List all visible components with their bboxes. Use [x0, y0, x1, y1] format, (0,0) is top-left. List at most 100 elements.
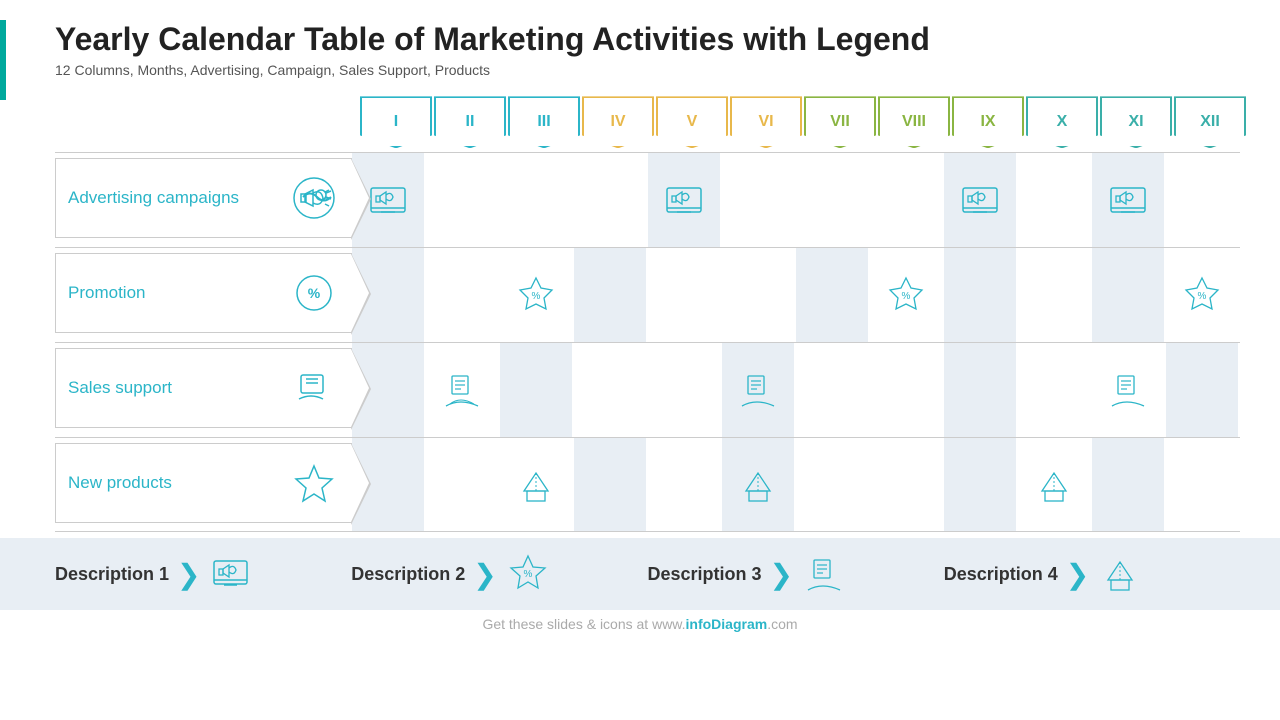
row-newproducts: New products — [55, 437, 1240, 532]
label-newproducts-text: New products — [68, 473, 289, 493]
cell-promo-10 — [1092, 248, 1164, 342]
cell-np-9 — [1018, 438, 1090, 531]
legend-arrow-3: ❯ — [770, 558, 793, 591]
month-IV: IV — [582, 96, 654, 148]
main-content: I II III IV V VI VII VIII IX X XI XII Ad… — [0, 96, 1280, 532]
cell-adv-1 — [426, 153, 498, 247]
cell-sales-6 — [796, 343, 868, 437]
cell-adv-11 — [1166, 153, 1238, 247]
legend-icon-3 — [801, 551, 847, 597]
label-advertising-text: Advertising campaigns — [68, 188, 289, 208]
legend-arrow-2: ❯ — [473, 558, 496, 591]
cell-sales-7 — [870, 343, 942, 437]
month-VIII: VIII — [878, 96, 950, 148]
label-promotion: Promotion % — [55, 253, 352, 333]
month-XII: XII — [1174, 96, 1246, 148]
cell-promo-3 — [574, 248, 646, 342]
legend-label-3: Description 3 — [648, 564, 762, 585]
sales-icon — [289, 363, 339, 413]
cell-sales-8 — [944, 343, 1016, 437]
svg-text:%: % — [1198, 291, 1207, 302]
month-X: X — [1026, 96, 1098, 148]
cell-np-7 — [870, 438, 942, 531]
legend-label-1: Description 1 — [55, 564, 169, 585]
cell-sales-10 — [1092, 343, 1164, 437]
legend-item-3: Description 3 ❯ — [648, 551, 944, 597]
header: Yearly Calendar Table of Marketing Activ… — [0, 0, 1280, 86]
cell-np-10 — [1092, 438, 1164, 531]
cell-np-6 — [796, 438, 868, 531]
row-promotion: Promotion % % — [55, 247, 1240, 342]
advertising-icon — [289, 173, 339, 223]
legend-icon-1 — [209, 551, 255, 597]
svg-text:%: % — [532, 291, 541, 302]
cell-adv-8 — [944, 153, 1016, 247]
cell-sales-2 — [500, 343, 572, 437]
legend-icon-2: % — [505, 551, 551, 597]
cell-sales-5 — [722, 343, 794, 437]
legend-bar: Description 1 ❯ Description 2 ❯ % Descri… — [0, 538, 1280, 610]
cell-np-4 — [648, 438, 720, 531]
legend-item-1: Description 1 ❯ — [55, 551, 351, 597]
left-accent — [0, 20, 6, 100]
legend-icon-4 — [1097, 551, 1143, 597]
month-XI: XI — [1100, 96, 1172, 148]
cell-np-5 — [722, 438, 794, 531]
row-advertising: Advertising campaigns — [55, 152, 1240, 247]
label-sales: Sales support — [55, 348, 352, 428]
cell-adv-6 — [796, 153, 868, 247]
month-VI: VI — [730, 96, 802, 148]
cell-promo-6 — [796, 248, 868, 342]
cell-adv-2 — [500, 153, 572, 247]
cell-np-11 — [1166, 438, 1238, 531]
legend-arrow-4: ❯ — [1066, 558, 1089, 591]
newproducts-cells — [352, 438, 1240, 531]
svg-text:%: % — [308, 285, 321, 301]
legend-label-2: Description 2 — [351, 564, 465, 585]
month-IX: IX — [952, 96, 1024, 148]
cell-sales-1 — [426, 343, 498, 437]
cell-promo-11: % — [1166, 248, 1238, 342]
month-I: I — [360, 96, 432, 148]
cell-promo-7: % — [870, 248, 942, 342]
sales-cells — [352, 343, 1240, 437]
cell-adv-3 — [574, 153, 646, 247]
cell-np-8 — [944, 438, 1016, 531]
label-promotion-text: Promotion — [68, 283, 289, 303]
month-II: II — [434, 96, 506, 148]
newproducts-icon — [289, 458, 339, 508]
footer-brand: infoDiagram — [686, 616, 768, 632]
cell-promo-9 — [1018, 248, 1090, 342]
month-VII: VII — [804, 96, 876, 148]
cell-promo-4 — [648, 248, 720, 342]
svg-text:%: % — [523, 569, 532, 580]
legend-arrow-1: ❯ — [177, 558, 200, 591]
promotion-cells: % % — [352, 248, 1240, 342]
subtitle: 12 Columns, Months, Advertising, Campaig… — [55, 62, 1240, 78]
cell-sales-3 — [574, 343, 646, 437]
cell-promo-8 — [944, 248, 1016, 342]
month-V: V — [656, 96, 728, 148]
cell-promo-2: % — [500, 248, 572, 342]
label-sales-text: Sales support — [68, 378, 289, 398]
advertising-cells — [352, 153, 1240, 247]
cell-np-3 — [574, 438, 646, 531]
legend-item-4: Description 4 ❯ — [944, 551, 1240, 597]
cell-adv-4 — [648, 153, 720, 247]
cell-adv-9 — [1018, 153, 1090, 247]
cell-promo-1 — [426, 248, 498, 342]
calendar-grid: I II III IV V VI VII VIII IX X XI XII Ad… — [55, 96, 1240, 532]
cell-adv-10 — [1092, 153, 1164, 247]
row-sales: Sales support — [55, 342, 1240, 437]
legend-item-2: Description 2 ❯ % — [351, 551, 647, 597]
cell-np-2 — [500, 438, 572, 531]
promotion-icon: % — [289, 268, 339, 318]
months-row: I II III IV V VI VII VIII IX X XI XII — [360, 96, 1240, 148]
cell-sales-4 — [648, 343, 720, 437]
cell-adv-7 — [870, 153, 942, 247]
cell-adv-5 — [722, 153, 794, 247]
legend-label-4: Description 4 — [944, 564, 1058, 585]
svg-text:%: % — [902, 291, 911, 302]
footer: Get these slides & icons at www.infoDiag… — [0, 610, 1280, 638]
page-title: Yearly Calendar Table of Marketing Activ… — [55, 20, 1240, 58]
